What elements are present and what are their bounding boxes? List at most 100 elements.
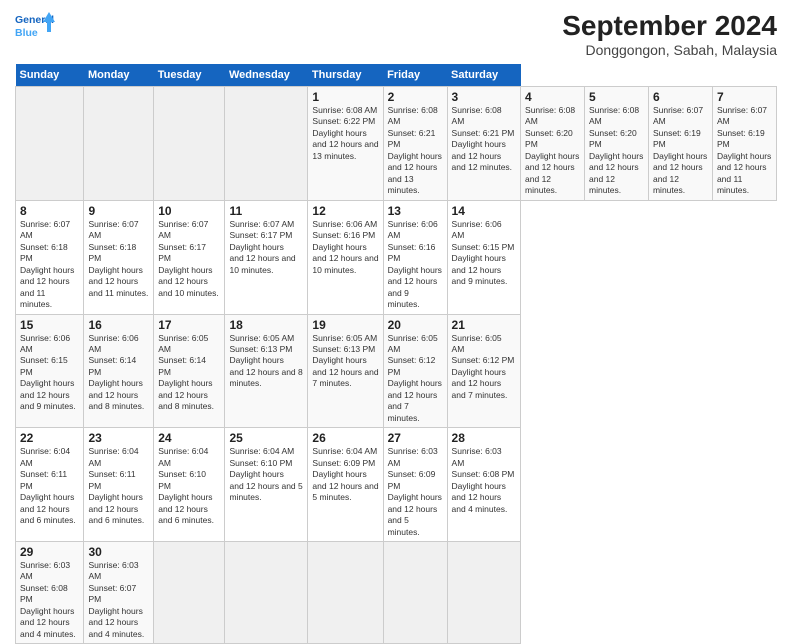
table-cell: 8 Sunrise: 6:07 AMSunset: 6:18 PMDayligh… xyxy=(16,200,84,314)
table-cell: 12 Sunrise: 6:06 AMSunset: 6:16 PMDaylig… xyxy=(308,200,383,314)
table-cell xyxy=(447,542,520,644)
day-info: Sunrise: 6:08 AMSunset: 6:22 PMDaylight … xyxy=(312,105,378,162)
table-cell: 2 Sunrise: 6:08 AMSunset: 6:21 PMDayligh… xyxy=(383,87,447,201)
day-info: Sunrise: 6:04 AMSunset: 6:09 PMDaylight … xyxy=(312,446,378,503)
table-cell: 10 Sunrise: 6:07 AMSunset: 6:17 PMDaylig… xyxy=(154,200,225,314)
day-number: 19 xyxy=(312,318,378,332)
table-cell xyxy=(84,87,154,201)
table-cell: 17 Sunrise: 6:05 AMSunset: 6:14 PMDaylig… xyxy=(154,314,225,428)
day-info: Sunrise: 6:07 AMSunset: 6:17 PMDaylight … xyxy=(158,219,220,299)
table-cell: 20 Sunrise: 6:05 AMSunset: 6:12 PMDaylig… xyxy=(383,314,447,428)
day-info: Sunrise: 6:03 AMSunset: 6:07 PMDaylight … xyxy=(88,560,149,640)
table-cell: 18 Sunrise: 6:05 AMSunset: 6:13 PMDaylig… xyxy=(225,314,308,428)
table-cell: 1 Sunrise: 6:08 AMSunset: 6:22 PMDayligh… xyxy=(308,87,383,201)
day-number: 12 xyxy=(312,204,378,218)
table-cell: 15 Sunrise: 6:06 AMSunset: 6:15 PMDaylig… xyxy=(16,314,84,428)
day-info: Sunrise: 6:06 AMSunset: 6:14 PMDaylight … xyxy=(88,333,149,413)
day-number: 20 xyxy=(388,318,443,332)
table-cell: 23 Sunrise: 6:04 AMSunset: 6:11 PMDaylig… xyxy=(84,428,154,542)
day-number: 5 xyxy=(589,90,644,104)
day-number: 11 xyxy=(229,204,303,218)
day-number: 18 xyxy=(229,318,303,332)
col-sunday: Sunday xyxy=(16,64,84,87)
page-header: General Blue September 2024 Donggongon, … xyxy=(15,10,777,58)
col-thursday: Thursday xyxy=(308,64,383,87)
day-info: Sunrise: 6:06 AMSunset: 6:15 PMDaylight … xyxy=(452,219,516,288)
title-block: September 2024 Donggongon, Sabah, Malays… xyxy=(562,10,777,58)
table-cell xyxy=(225,87,308,201)
table-cell: 13 Sunrise: 6:06 AMSunset: 6:16 PMDaylig… xyxy=(383,200,447,314)
table-cell: 28 Sunrise: 6:03 AMSunset: 6:08 PMDaylig… xyxy=(447,428,520,542)
day-number: 30 xyxy=(88,545,149,559)
day-info: Sunrise: 6:04 AMSunset: 6:10 PMDaylight … xyxy=(158,446,220,526)
col-saturday: Saturday xyxy=(447,64,520,87)
calendar-header-row: Sunday Monday Tuesday Wednesday Thursday… xyxy=(16,64,777,87)
table-cell: 24 Sunrise: 6:04 AMSunset: 6:10 PMDaylig… xyxy=(154,428,225,542)
table-cell xyxy=(154,542,225,644)
day-number: 2 xyxy=(388,90,443,104)
day-number: 23 xyxy=(88,431,149,445)
page-subtitle: Donggongon, Sabah, Malaysia xyxy=(562,42,777,58)
day-number: 17 xyxy=(158,318,220,332)
table-cell xyxy=(308,542,383,644)
day-info: Sunrise: 6:06 AMSunset: 6:15 PMDaylight … xyxy=(20,333,79,413)
col-monday: Monday xyxy=(84,64,154,87)
day-info: Sunrise: 6:04 AMSunset: 6:11 PMDaylight … xyxy=(20,446,79,526)
day-info: Sunrise: 6:03 AMSunset: 6:09 PMDaylight … xyxy=(388,446,443,538)
day-info: Sunrise: 6:08 AMSunset: 6:21 PMDaylight … xyxy=(388,105,443,197)
day-number: 27 xyxy=(388,431,443,445)
table-cell: 3 Sunrise: 6:08 AMSunset: 6:21 PMDayligh… xyxy=(447,87,520,201)
day-info: Sunrise: 6:07 AMSunset: 6:19 PMDaylight … xyxy=(653,105,708,197)
day-info: Sunrise: 6:05 AMSunset: 6:13 PMDaylight … xyxy=(229,333,303,390)
day-number: 4 xyxy=(525,90,580,104)
day-info: Sunrise: 6:05 AMSunset: 6:14 PMDaylight … xyxy=(158,333,220,413)
table-cell: 19 Sunrise: 6:05 AMSunset: 6:13 PMDaylig… xyxy=(308,314,383,428)
col-wednesday: Wednesday xyxy=(225,64,308,87)
day-number: 14 xyxy=(452,204,516,218)
day-info: Sunrise: 6:04 AMSunset: 6:11 PMDaylight … xyxy=(88,446,149,526)
table-cell xyxy=(383,542,447,644)
logo-icon: General Blue xyxy=(15,10,55,46)
day-number: 29 xyxy=(20,545,79,559)
day-number: 21 xyxy=(452,318,516,332)
calendar-row: 29 Sunrise: 6:03 AMSunset: 6:08 PMDaylig… xyxy=(16,542,777,644)
table-cell: 7 Sunrise: 6:07 AMSunset: 6:19 PMDayligh… xyxy=(712,87,776,201)
logo: General Blue xyxy=(15,10,55,46)
day-number: 26 xyxy=(312,431,378,445)
day-number: 15 xyxy=(20,318,79,332)
day-info: Sunrise: 6:07 AMSunset: 6:18 PMDaylight … xyxy=(20,219,79,311)
day-number: 24 xyxy=(158,431,220,445)
svg-text:Blue: Blue xyxy=(15,27,38,39)
day-number: 1 xyxy=(312,90,378,104)
table-cell: 5 Sunrise: 6:08 AMSunset: 6:20 PMDayligh… xyxy=(585,87,649,201)
day-info: Sunrise: 6:05 AMSunset: 6:12 PMDaylight … xyxy=(452,333,516,402)
table-cell xyxy=(16,87,84,201)
table-cell: 4 Sunrise: 6:08 AMSunset: 6:20 PMDayligh… xyxy=(521,87,585,201)
day-number: 25 xyxy=(229,431,303,445)
day-number: 7 xyxy=(717,90,772,104)
day-number: 13 xyxy=(388,204,443,218)
table-cell: 21 Sunrise: 6:05 AMSunset: 6:12 PMDaylig… xyxy=(447,314,520,428)
day-info: Sunrise: 6:05 AMSunset: 6:12 PMDaylight … xyxy=(388,333,443,425)
day-info: Sunrise: 6:04 AMSunset: 6:10 PMDaylight … xyxy=(229,446,303,503)
day-info: Sunrise: 6:07 AMSunset: 6:19 PMDaylight … xyxy=(717,105,772,197)
calendar-table: Sunday Monday Tuesday Wednesday Thursday… xyxy=(15,64,777,644)
day-info: Sunrise: 6:08 AMSunset: 6:20 PMDaylight … xyxy=(525,105,580,197)
table-cell: 29 Sunrise: 6:03 AMSunset: 6:08 PMDaylig… xyxy=(16,542,84,644)
col-friday: Friday xyxy=(383,64,447,87)
day-number: 28 xyxy=(452,431,516,445)
table-cell: 30 Sunrise: 6:03 AMSunset: 6:07 PMDaylig… xyxy=(84,542,154,644)
day-number: 10 xyxy=(158,204,220,218)
day-number: 3 xyxy=(452,90,516,104)
table-cell: 6 Sunrise: 6:07 AMSunset: 6:19 PMDayligh… xyxy=(648,87,712,201)
day-info: Sunrise: 6:03 AMSunset: 6:08 PMDaylight … xyxy=(452,446,516,515)
col-tuesday: Tuesday xyxy=(154,64,225,87)
day-number: 16 xyxy=(88,318,149,332)
table-cell: 16 Sunrise: 6:06 AMSunset: 6:14 PMDaylig… xyxy=(84,314,154,428)
table-cell: 9 Sunrise: 6:07 AMSunset: 6:18 PMDayligh… xyxy=(84,200,154,314)
table-cell xyxy=(154,87,225,201)
day-number: 8 xyxy=(20,204,79,218)
table-cell: 26 Sunrise: 6:04 AMSunset: 6:09 PMDaylig… xyxy=(308,428,383,542)
day-info: Sunrise: 6:06 AMSunset: 6:16 PMDaylight … xyxy=(312,219,378,276)
day-number: 22 xyxy=(20,431,79,445)
